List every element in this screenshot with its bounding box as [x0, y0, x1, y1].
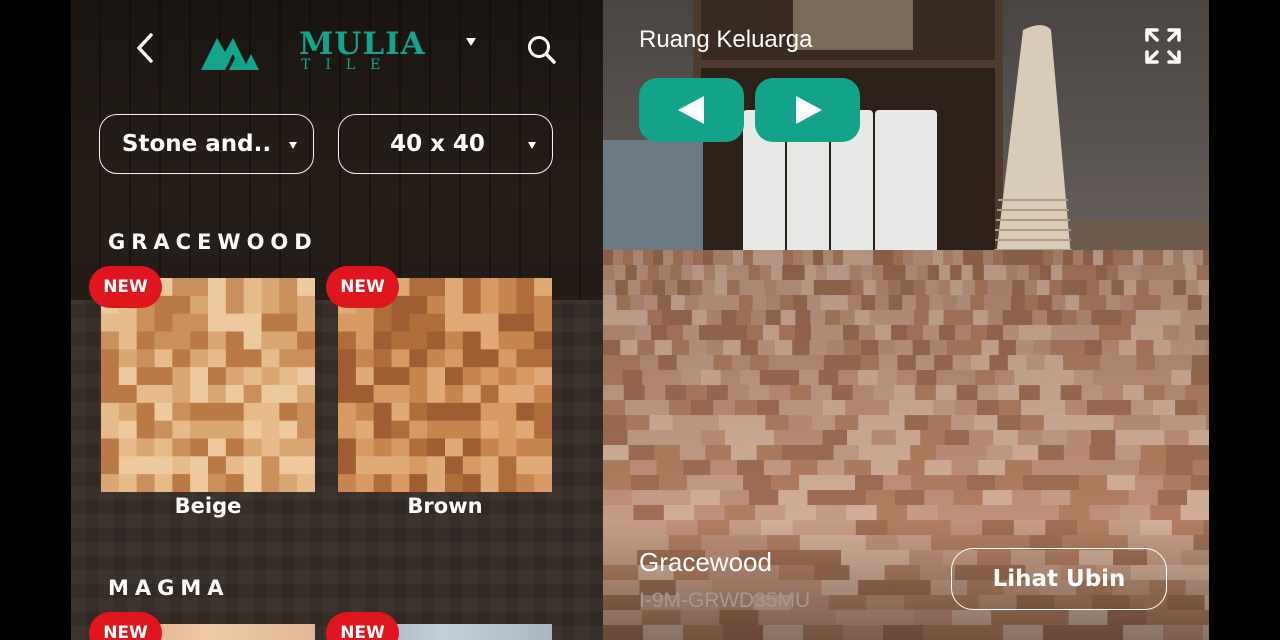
new-badge: NEW	[326, 266, 399, 308]
logo-mark-icon	[201, 38, 259, 70]
back-icon	[135, 32, 155, 68]
size-dropdown-value: 40 x 40	[390, 131, 485, 157]
tile-card-beige[interactable]: NEW Beige	[89, 266, 315, 518]
previous-room-button[interactable]	[639, 78, 744, 142]
fullscreen-button[interactable]	[1143, 26, 1183, 66]
expand-icon	[1143, 28, 1183, 70]
new-badge: NEW	[89, 266, 162, 308]
chevron-down-icon	[289, 142, 297, 149]
arrow-left-icon	[677, 96, 704, 124]
tile-card-magma-1[interactable]: NEW	[89, 612, 315, 640]
search-icon	[526, 36, 558, 71]
brand-menu-chevron-down-icon[interactable]	[466, 38, 476, 46]
view-tile-button[interactable]: Lihat Ubin	[951, 548, 1167, 610]
brand-sub: TILE	[301, 57, 396, 73]
new-badge: NEW	[89, 612, 162, 640]
search-button[interactable]	[526, 33, 558, 67]
top-bar: MULIA TILE	[71, 0, 603, 100]
chevron-down-icon	[528, 142, 536, 149]
collection-title: MAGMA	[108, 576, 230, 600]
tile-swatch	[101, 278, 315, 492]
size-dropdown[interactable]: 40 x 40	[338, 114, 553, 174]
collection-title: GRACEWOOD	[108, 230, 318, 254]
new-badge: NEW	[326, 612, 399, 640]
tile-catalog-panel: MULIA TILE Stone and.. 40 x 40 GRACEWOOD…	[71, 0, 603, 640]
tile-card-brown[interactable]: NEW Brown	[326, 266, 552, 518]
arrow-right-icon	[795, 96, 822, 124]
category-dropdown[interactable]: Stone and..	[99, 114, 314, 174]
tile-swatch	[338, 278, 552, 492]
category-dropdown-value: Stone and..	[121, 131, 272, 157]
next-room-button[interactable]	[755, 78, 860, 142]
back-button[interactable]	[129, 33, 161, 67]
product-name: Gracewood	[639, 547, 772, 577]
tile-label: Brown	[407, 494, 483, 518]
room-preview-panel: Ruang Keluarga Gracewood I-9M-GRWD35MU L…	[603, 0, 1209, 640]
tile-label: Beige	[174, 494, 242, 518]
room-name: Ruang Keluarga	[639, 26, 813, 53]
tile-card-magma-2[interactable]: NEW	[326, 612, 552, 640]
product-code: I-9M-GRWD35MU	[639, 589, 811, 612]
brand-logo: MULIA TILE	[199, 26, 429, 76]
